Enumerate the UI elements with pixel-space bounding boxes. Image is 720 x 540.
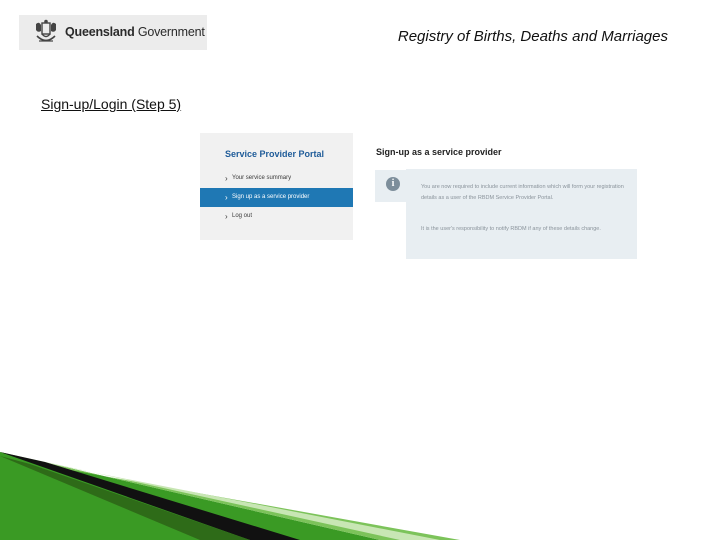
registry-title: Registry of Births, Deaths and Marriages bbox=[397, 28, 668, 45]
info-paragraph: You are now required to include current … bbox=[421, 184, 624, 201]
info-icon-panel: i bbox=[375, 170, 408, 202]
logo-regular-text: Government bbox=[137, 25, 205, 39]
chevron-right-icon: › bbox=[225, 212, 228, 221]
portal-sidebar-screenshot: Service Provider Portal › Your service s… bbox=[200, 133, 353, 240]
chevron-right-icon: › bbox=[225, 193, 228, 202]
menu-item-label: Sign up as a service provider bbox=[232, 194, 310, 200]
menu-item-service-summary[interactable]: › Your service summary bbox=[200, 169, 353, 188]
info-icon: i bbox=[386, 177, 400, 191]
logo-wordmark: Queensland Government bbox=[65, 25, 205, 39]
queensland-government-logo: Queensland Government bbox=[19, 15, 207, 50]
logo-bold-text: Queensland bbox=[65, 25, 135, 39]
menu-item-sign-up[interactable]: › Sign up as a service provider bbox=[200, 188, 353, 207]
coat-of-arms-icon bbox=[36, 19, 56, 42]
portal-title: Service Provider Portal bbox=[225, 149, 325, 159]
info-paragraph: It is the user's responsibility to notif… bbox=[421, 226, 601, 232]
step-label: Sign-up/Login (Step 5) bbox=[41, 96, 182, 112]
menu-item-label: Your service summary bbox=[232, 175, 292, 181]
menu-item-label: Log out bbox=[232, 213, 253, 219]
chevron-right-icon: › bbox=[225, 174, 228, 183]
signup-heading: Sign-up as a service provider bbox=[376, 147, 502, 157]
info-message-box: You are now required to include current … bbox=[406, 169, 637, 259]
menu-item-log-out[interactable]: › Log out bbox=[200, 207, 353, 226]
decorative-corner-stripes bbox=[0, 452, 460, 540]
